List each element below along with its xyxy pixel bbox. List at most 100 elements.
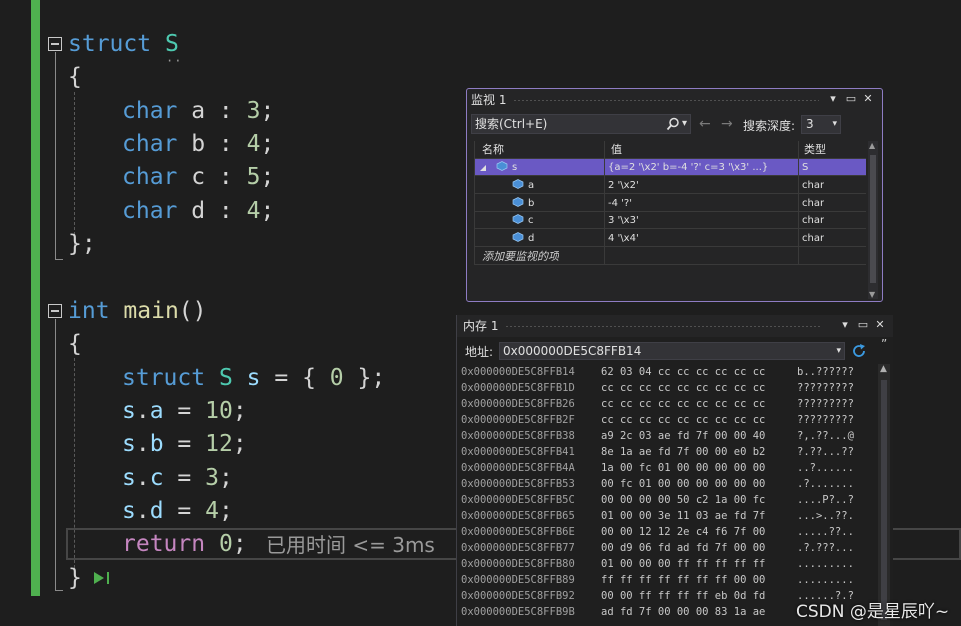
col-name-header[interactable]: 名称 (482, 141, 504, 158)
memory-bytes[interactable]: cc cc cc cc cc cc cc cc cc (601, 412, 765, 428)
watch-row-selected[interactable]: ◢ s {a=2 '\x2' b=-4 '?' c=3 '\x3' ...} S (474, 159, 866, 176)
memory-row[interactable]: 0x000000DE5C8FFB14 62 03 04 cc cc cc cc c… (461, 364, 877, 380)
watch-name: s (512, 162, 518, 173)
memory-title: 内存 1 (463, 319, 499, 333)
watch-title: 监视 1 (471, 93, 507, 107)
memory-bytes[interactable]: 00 fc 01 00 00 00 00 00 00 (601, 476, 765, 492)
memory-rows: 0x000000DE5C8FFB14 62 03 04 cc cc cc cc c… (457, 364, 877, 626)
watch-row[interactable]: c 3 '\x3' char (474, 212, 866, 230)
memory-row[interactable]: 0x000000DE5C8FFB1D cc cc cc cc cc cc cc c… (461, 380, 877, 396)
scroll-down-icon[interactable]: ▼ (869, 290, 875, 299)
memory-bytes[interactable]: 01 00 00 3e 11 03 ae fd 7f (601, 508, 765, 524)
memory-bytes[interactable]: 00 d9 06 fd ad fd 7f 00 00 (601, 540, 765, 556)
scroll-up-icon[interactable]: ▲ (869, 141, 875, 150)
dropdown-arrow-icon[interactable]: ▾ (827, 93, 839, 105)
memory-ascii: .....??.. (797, 526, 854, 538)
memory-row[interactable]: 0x000000DE5C8FFB4A 1a 00 fc 01 00 00 00 0… (461, 460, 877, 476)
fold-main-toggle[interactable] (48, 304, 62, 318)
forward-arrow-icon[interactable]: → (721, 116, 733, 132)
memory-address: 0x000000DE5C8FFB89 (461, 574, 575, 586)
chevron-down-icon[interactable]: ▾ (836, 343, 841, 359)
perf-tip-elapsed: 已用时间 <= 3ms (266, 533, 435, 557)
collapse-triangle-icon[interactable]: ◢ (480, 159, 486, 176)
memory-row[interactable]: 0x000000DE5C8FFB2F cc cc cc cc cc cc cc c… (461, 412, 877, 428)
watch-row[interactable]: d 4 '\x4' char (474, 230, 866, 248)
watch-value[interactable]: 2 '\x2' (608, 177, 794, 194)
run-to-click-icon[interactable] (92, 570, 114, 586)
column-separator[interactable] (798, 141, 799, 265)
memory-row[interactable]: 0x000000DE5C8FFB6E 00 00 12 12 2e c4 f6 7… (461, 524, 877, 540)
scroll-up-icon[interactable]: ▲ (880, 364, 887, 374)
code-line-6: char d : 4; (122, 198, 275, 224)
memory-bytes[interactable]: cc cc cc cc cc cc cc cc cc (601, 396, 765, 412)
memory-bytes[interactable]: 1a 00 fc 01 00 00 00 00 00 (601, 460, 765, 476)
memory-address: 0x000000DE5C8FFB26 (461, 398, 575, 410)
code-line-10: struct S s = { 0 }; (122, 365, 386, 391)
col-value-header[interactable]: 值 (611, 141, 622, 158)
watch-row[interactable]: b -4 '?' char (474, 195, 866, 212)
search-placeholder: 搜索(Ctrl+E) (475, 117, 548, 131)
watch-titlebar[interactable]: 监视 1 ▾ ▭ ✕ (467, 89, 882, 111)
code-line-15: return 0; (122, 531, 247, 557)
watch-value[interactable]: 3 '\x3' (608, 212, 794, 229)
address-label: 地址: (465, 345, 494, 359)
code-line-12: s.b = 12; (122, 431, 247, 457)
scroll-thumb[interactable] (870, 155, 876, 283)
address-input[interactable]: 0x000000DE5C8FFB14 ▾ (499, 342, 845, 360)
memory-ascii: ????????? (797, 414, 854, 426)
memory-row[interactable]: 0x000000DE5C8FFB5C 00 00 00 00 50 c2 1a 0… (461, 492, 877, 508)
memory-bytes[interactable]: ff ff ff ff ff ff ff 00 00 (601, 572, 765, 588)
memory-bytes[interactable]: ad fd 7f 00 00 00 83 1a ae (601, 604, 765, 620)
memory-row[interactable]: 0x000000DE5C8FFB53 00 fc 01 00 00 00 00 0… (461, 476, 877, 492)
close-icon[interactable]: ✕ (862, 93, 874, 105)
toolbar-overflow-icon[interactable]: ˮ (881, 337, 887, 351)
memory-ascii: ......... (797, 574, 854, 586)
memory-bytes[interactable]: 62 03 04 cc cc cc cc cc cc (601, 364, 765, 380)
memory-bytes[interactable]: a9 2c 03 ae fd 7f 00 00 40 (601, 428, 765, 444)
memory-bytes[interactable]: cc cc cc cc cc cc cc cc cc (601, 380, 765, 396)
watch-value[interactable]: {a=2 '\x2' b=-4 '?' c=3 '\x3' ...} (608, 159, 794, 176)
memory-row[interactable]: 0x000000DE5C8FFB89 ff ff ff ff ff ff ff 0… (461, 572, 877, 588)
memory-bytes[interactable]: 00 00 00 00 50 c2 1a 00 fc (601, 492, 765, 508)
drag-grip[interactable] (513, 99, 819, 102)
search-icon[interactable] (666, 117, 680, 131)
memory-bytes[interactable]: 00 00 12 12 2e c4 f6 7f 00 (601, 524, 765, 540)
back-arrow-icon[interactable]: ← (699, 116, 711, 132)
memory-row[interactable]: 0x000000DE5C8FFB65 01 00 00 3e 11 03 ae f… (461, 508, 877, 524)
memory-row[interactable]: 0x000000DE5C8FFB38 a9 2c 03 ae fd 7f 00 0… (461, 428, 877, 444)
memory-ascii: ..?...... (797, 462, 854, 474)
dropdown-arrow-icon[interactable]: ▾ (839, 319, 851, 331)
maximize-icon[interactable]: ▭ (857, 319, 869, 331)
refresh-icon[interactable] (850, 342, 868, 360)
memory-bytes[interactable]: 01 00 00 00 ff ff ff ff ff (601, 556, 765, 572)
memory-address: 0x000000DE5C8FFB5C (461, 494, 575, 506)
watch-vertical-scrollbar[interactable]: ▲ ▼ (868, 141, 878, 299)
maximize-icon[interactable]: ▭ (845, 93, 857, 105)
scroll-thumb[interactable] (881, 380, 887, 620)
watch-value[interactable]: 4 '\x4' (608, 230, 794, 247)
memory-address: 0x000000DE5C8FFB77 (461, 542, 575, 554)
memory-titlebar[interactable]: 内存 1 ▾ ▭ ✕ (457, 315, 893, 337)
memory-row[interactable]: 0x000000DE5C8FFB77 00 d9 06 fd ad fd 7f 0… (461, 540, 877, 556)
memory-row[interactable]: 0x000000DE5C8FFB41 8e 1a ae fd 7f 00 00 e… (461, 444, 877, 460)
search-depth-select[interactable]: 3 ▾ (801, 115, 841, 134)
watch-row[interactable]: a 2 '\x2' char (474, 177, 866, 194)
memory-vertical-scrollbar[interactable]: ▲ (878, 364, 890, 626)
fold-struct-toggle[interactable] (48, 37, 62, 51)
fold-guide-main-end (55, 590, 63, 591)
memory-bytes[interactable]: 8e 1a ae fd 7f 00 00 e0 b2 (601, 444, 765, 460)
memory-ascii: ?,.??...@ (797, 430, 854, 442)
watch-search-input[interactable]: 搜索(Ctrl+E) ▾ (471, 114, 691, 134)
drag-grip[interactable] (505, 325, 821, 328)
memory-row[interactable]: 0x000000DE5C8FFB26 cc cc cc cc cc cc cc c… (461, 396, 877, 412)
close-icon[interactable]: ✕ (874, 319, 886, 331)
memory-row[interactable]: 0x000000DE5C8FFB80 01 00 00 00 ff ff ff f… (461, 556, 877, 572)
memory-bytes[interactable]: 00 00 ff ff ff ff eb 0d fd (601, 588, 765, 604)
watch-value[interactable]: -4 '?' (608, 195, 794, 212)
add-watch-row[interactable]: 添加要监视的项 (474, 248, 866, 265)
search-options-arrow-icon[interactable]: ▾ (682, 115, 687, 133)
col-type-header[interactable]: 类型 (804, 141, 826, 158)
column-separator[interactable] (604, 141, 605, 265)
code-line-3: char a : 3; (122, 98, 275, 124)
memory-address: 0x000000DE5C8FFB14 (461, 366, 575, 378)
